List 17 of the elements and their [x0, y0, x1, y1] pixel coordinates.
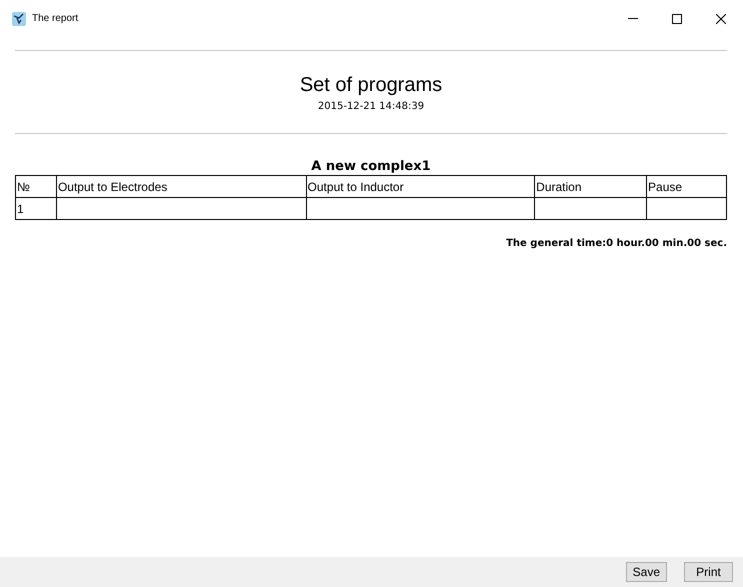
table-cell: 1 — [16, 198, 56, 220]
print-button[interactable]: Print — [684, 562, 733, 582]
app-icon — [12, 12, 26, 26]
close-icon — [716, 14, 726, 24]
general-time: The general time:0 hour.00 min.00 sec. — [505, 237, 727, 251]
column-header: № — [16, 176, 56, 198]
maximize-icon — [672, 14, 682, 24]
column-header: Output to Electrodes — [56, 176, 306, 198]
report-date: 2015-12-21 14:48:39 — [316, 100, 426, 114]
table-caption: A new complex1 — [310, 159, 432, 175]
save-button[interactable]: Save — [626, 562, 667, 582]
column-header: Pause — [646, 176, 726, 198]
window-title: The report — [32, 12, 78, 26]
column-header: Duration — [534, 176, 647, 198]
report-title: Set of programs — [298, 73, 444, 97]
column-header: Output to Inductor — [306, 176, 535, 198]
minimize-icon — [628, 18, 638, 19]
